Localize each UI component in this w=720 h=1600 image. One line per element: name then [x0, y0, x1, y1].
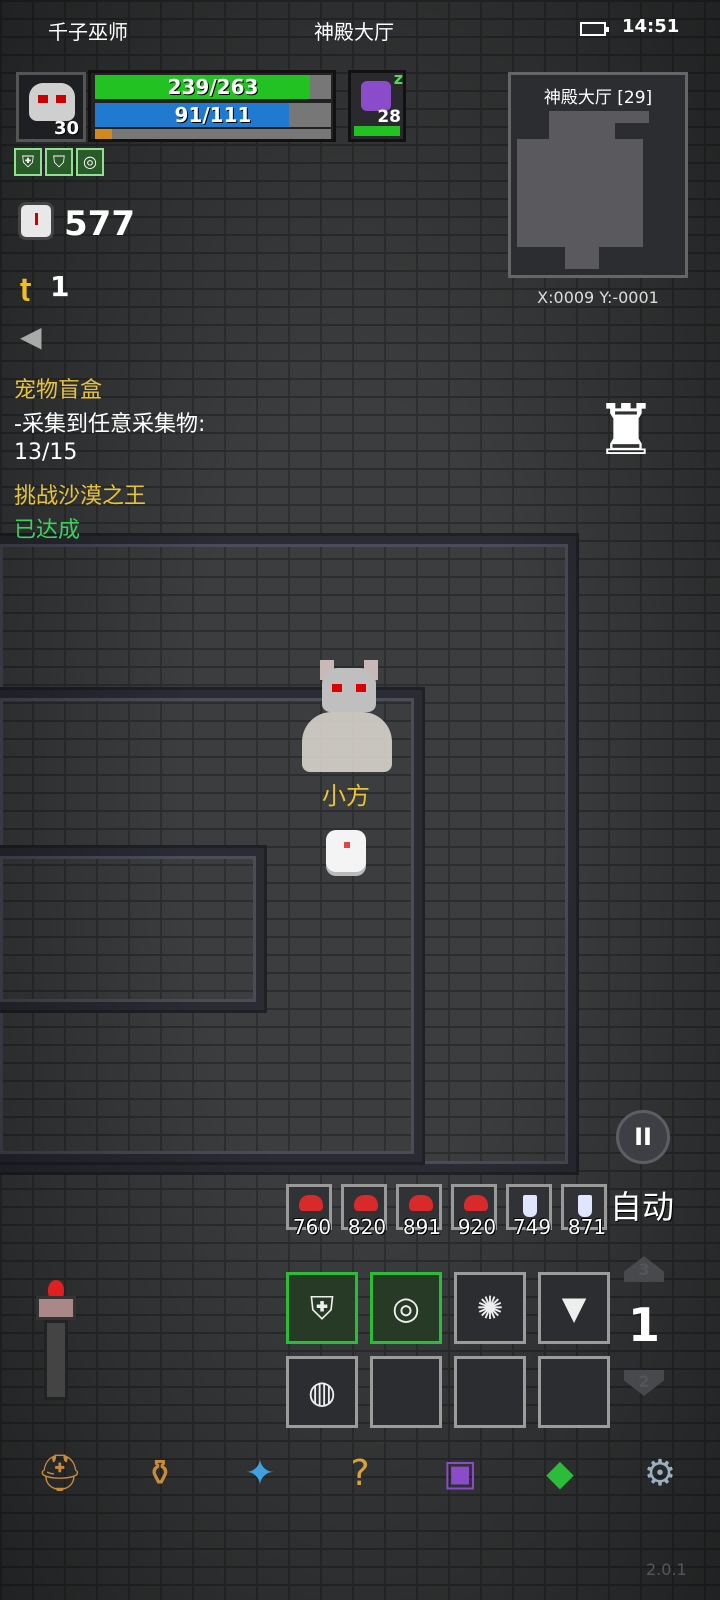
- item-count: 820: [347, 1215, 387, 1239]
- bag-icon[interactable]: ⚱: [136, 1450, 184, 1498]
- crystal-icon[interactable]: ✦: [236, 1450, 284, 1498]
- statue-icon[interactable]: ♜: [576, 380, 676, 480]
- key-icon: ʈ: [20, 274, 32, 302]
- shield-buff-icon[interactable]: ⛉: [45, 148, 73, 176]
- sleep-icon: z: [393, 69, 403, 88]
- status-time: 14:51: [622, 16, 680, 37]
- pet-portrait[interactable]: z 28: [348, 69, 406, 142]
- empty-skill-slot[interactable]: [370, 1356, 442, 1428]
- meat-icon: [464, 1195, 488, 1211]
- bottom-menu: ⛑ ⚱ ✦ ? ▣ ◆ ⚙: [0, 1440, 720, 1520]
- xp-bar: [95, 129, 331, 139]
- spellbook-icon[interactable]: ▣: [436, 1450, 484, 1498]
- hp-text: 239/263: [167, 75, 259, 99]
- minimap-title: 神殿大厅 [29]: [543, 88, 653, 108]
- current-floor: 1: [627, 1298, 660, 1352]
- burst-skill-icon[interactable]: ✺: [454, 1272, 526, 1344]
- shield-skill-icon[interactable]: ⛨: [286, 1272, 358, 1344]
- quickbar-slot[interactable]: 820: [341, 1184, 387, 1239]
- quickbar-slot[interactable]: 749: [506, 1184, 552, 1239]
- potion-icon: [578, 1195, 592, 1217]
- player-level: 30: [53, 118, 79, 139]
- clock-icon: [18, 202, 54, 240]
- turn-counter: 577: [64, 204, 135, 244]
- status-carrier: 千子巫师: [48, 20, 128, 44]
- gem-icon[interactable]: ◆: [536, 1450, 584, 1498]
- empty-skill-slot[interactable]: [454, 1356, 526, 1428]
- orb-skill-icon[interactable]: ◍: [286, 1356, 358, 1428]
- vortex-skill-icon[interactable]: ◎: [370, 1272, 442, 1344]
- mp-text: 91/111: [174, 103, 252, 127]
- battery-icon: [580, 22, 609, 36]
- quest-objective: -采集到任意采集物:: [14, 412, 206, 437]
- key-counter: 1: [50, 270, 70, 303]
- item-count: 920: [457, 1215, 497, 1239]
- swirl-buff-icon[interactable]: ◎: [76, 148, 104, 176]
- quickbar-slot[interactable]: 871: [561, 1184, 607, 1239]
- gear-icon[interactable]: ⚙: [636, 1450, 684, 1498]
- potion-icon: [523, 1195, 537, 1217]
- item-count: 891: [402, 1215, 442, 1239]
- skull-icon: [322, 668, 376, 712]
- pause-button[interactable]: II: [616, 1110, 670, 1164]
- meat-icon: [354, 1195, 378, 1211]
- auto-button[interactable]: 自动: [610, 1182, 674, 1228]
- meat-icon: [409, 1195, 433, 1211]
- player-name: 小方: [322, 782, 370, 810]
- quest-title[interactable]: 宠物盲盒: [14, 372, 102, 404]
- quest-title[interactable]: 挑战沙漠之王: [14, 478, 146, 510]
- minimap-coordinates: X:0009 Y:-0001: [537, 288, 659, 307]
- version-label: 2.0.1: [646, 1560, 687, 1579]
- buff-list: ⛨ ⛉ ◎: [14, 148, 107, 180]
- item-count: 871: [567, 1215, 607, 1239]
- minimap[interactable]: 神殿大厅 [29]: [508, 72, 688, 278]
- meat-icon: [299, 1195, 323, 1211]
- status-location: 神殿大厅: [314, 20, 394, 44]
- player-stat-bars: 239/263 91/111: [88, 70, 336, 142]
- mp-bar: 91/111: [95, 103, 331, 127]
- player-character[interactable]: [292, 660, 402, 780]
- empty-skill-slot[interactable]: [538, 1356, 610, 1428]
- item-count: 749: [512, 1215, 552, 1239]
- brazier: [30, 1280, 82, 1410]
- whirlwind-skill-icon[interactable]: ▼: [538, 1272, 610, 1344]
- shield-buff-icon[interactable]: ⛨: [14, 148, 42, 176]
- quickbar-slot[interactable]: 891: [396, 1184, 442, 1239]
- quest-status: 已达成: [14, 518, 81, 543]
- question-icon[interactable]: ?: [336, 1450, 384, 1498]
- quest-progress: 13/15: [14, 440, 78, 465]
- quickbar-slot[interactable]: 760: [286, 1184, 332, 1239]
- item-count: 760: [292, 1215, 332, 1239]
- status-bar: 千子巫师 神殿大厅 14:51: [0, 14, 720, 44]
- player-portrait[interactable]: 30: [16, 72, 86, 142]
- helmet-icon[interactable]: ⛑: [36, 1450, 84, 1498]
- hp-bar: 239/263: [95, 75, 331, 99]
- pet-hp-bar: [354, 126, 400, 136]
- quickbar-slot[interactable]: 920: [451, 1184, 497, 1239]
- collapse-arrow-icon[interactable]: ◀: [20, 320, 42, 353]
- pet-level: 28: [377, 107, 401, 127]
- companion-cube[interactable]: [326, 830, 366, 872]
- skull-icon: [29, 83, 75, 121]
